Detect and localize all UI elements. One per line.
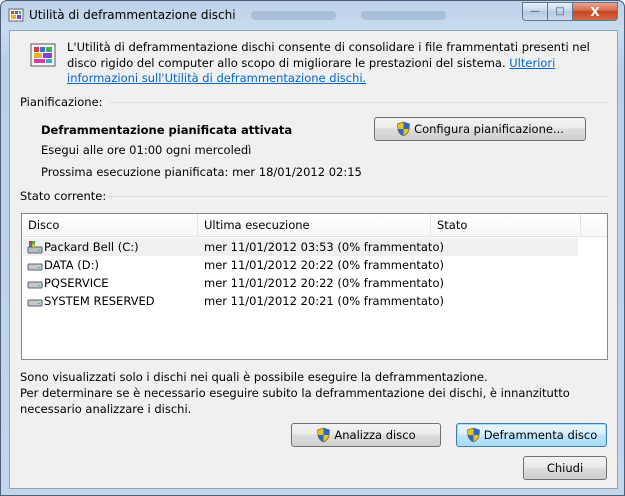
table-row[interactable]: Packard Bell (C:) mer 11/01/2012 03:53 (… xyxy=(23,238,578,256)
table-row[interactable]: PQSERVICE mer 11/01/2012 20:22 (0% framm… xyxy=(23,274,578,292)
drive-icon xyxy=(27,281,43,289)
analyze-hint-note: Per determinare se è necessario eseguire… xyxy=(20,386,570,416)
background-title-blur xyxy=(251,11,336,20)
uac-shield-icon xyxy=(317,427,331,443)
disk-name: PQSERVICE xyxy=(44,276,109,290)
configure-schedule-button[interactable]: Configura pianificazione... xyxy=(374,117,586,141)
schedule-separator xyxy=(110,102,608,103)
minimize-icon: — xyxy=(530,6,540,17)
schedule-status: Deframmentazione pianificata attivata xyxy=(41,123,293,137)
configure-schedule-label: Configura pianificazione... xyxy=(414,122,564,136)
disk-name: SYSTEM RESERVED xyxy=(44,294,155,308)
disk-name: Packard Bell (C:) xyxy=(44,240,139,254)
title-bar[interactable]: Utilità di deframmentazione dischi — □ X xyxy=(1,1,624,29)
intro-text: L'Utilità di deframmentazione dischi con… xyxy=(67,40,607,87)
disks-shown-note: Sono visualizzati solo i dischi nei qual… xyxy=(20,370,488,384)
close-button-label: Chiudi xyxy=(546,461,584,475)
close-button[interactable]: Chiudi xyxy=(523,456,607,480)
current-status-section-label: Stato corrente: xyxy=(20,189,107,203)
disk-last-run: mer 11/01/2012 03:53 (0% frammentato) xyxy=(204,240,444,254)
column-header-status[interactable]: Stato xyxy=(431,214,581,237)
window-title: Utilità di deframmentazione dischi xyxy=(29,8,236,22)
disk-list[interactable]: Disco Ultima esecuzione Stato Packard Be… xyxy=(21,213,608,360)
table-row[interactable]: DATA (D:) mer 11/01/2012 20:22 (0% framm… xyxy=(23,256,578,274)
dialog-client-area: L'Utilità di deframmentazione dischi con… xyxy=(9,30,618,489)
disk-name: DATA (D:) xyxy=(44,258,99,272)
disk-list-header: Disco Ultima esecuzione Stato xyxy=(22,214,607,237)
close-icon: X xyxy=(590,4,600,19)
defrag-window: Utilità di deframmentazione dischi — □ X… xyxy=(0,0,625,496)
schedule-next-run: Prossima esecuzione pianificata: mer 18/… xyxy=(41,165,362,179)
analyze-disk-button[interactable]: Analizza disco xyxy=(291,423,441,447)
drive-icon xyxy=(27,299,43,307)
defrag-app-icon xyxy=(8,8,24,22)
system-drive-icon xyxy=(27,241,43,254)
uac-shield-icon xyxy=(397,121,410,137)
background-title-blur xyxy=(361,11,446,20)
drive-icon xyxy=(27,263,43,271)
minimize-button[interactable]: — xyxy=(522,2,548,21)
defrag-header-icon xyxy=(30,43,56,67)
column-header-last-run[interactable]: Ultima esecuzione xyxy=(198,214,431,237)
current-status-separator xyxy=(106,196,608,197)
maximize-icon: □ xyxy=(555,6,565,17)
schedule-section-label: Pianificazione: xyxy=(20,95,103,109)
schedule-run-time: Esegui alle ore 01:00 ogni mercoledì xyxy=(41,143,252,157)
close-window-button[interactable]: X xyxy=(573,2,618,21)
maximize-button[interactable]: □ xyxy=(548,2,573,21)
disk-last-run: mer 11/01/2012 20:22 (0% frammentato) xyxy=(204,258,444,272)
defragment-disk-label: Deframmenta disco xyxy=(483,428,598,442)
caption-buttons: — □ X xyxy=(522,2,618,21)
column-header-disk[interactable]: Disco xyxy=(22,214,198,237)
disk-last-run: mer 11/01/2012 20:22 (0% frammentato) xyxy=(204,276,444,290)
disk-last-run: mer 11/01/2012 20:21 (0% frammentato) xyxy=(204,294,444,308)
analyze-disk-label: Analizza disco xyxy=(334,428,416,442)
uac-shield-icon xyxy=(466,427,480,443)
table-row[interactable]: SYSTEM RESERVED mer 11/01/2012 20:21 (0%… xyxy=(23,292,578,310)
defragment-disk-button[interactable]: Deframmenta disco xyxy=(456,423,607,447)
